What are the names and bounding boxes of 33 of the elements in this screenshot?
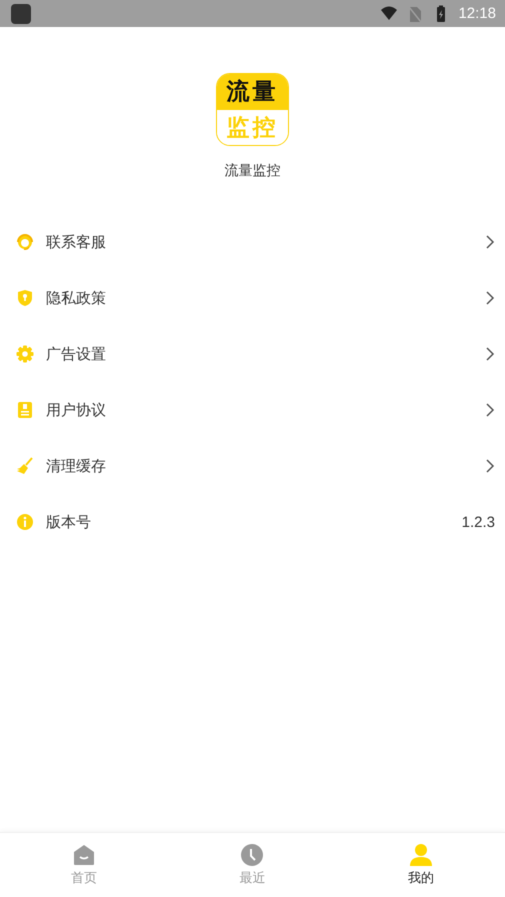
menu-label: 联系客服 — [46, 232, 107, 252]
menu-item[interactable]: 隐私政策 — [0, 270, 505, 326]
info-icon — [15, 512, 35, 532]
clock-icon — [240, 843, 264, 867]
shield-icon — [15, 288, 35, 308]
chevron-icon — [485, 234, 495, 250]
wifi-icon — [380, 4, 398, 22]
broom-icon — [15, 456, 35, 476]
menu-label: 广告设置 — [46, 344, 107, 364]
menu-label: 用户协议 — [46, 400, 107, 420]
menu-item[interactable]: 用户协议 — [0, 382, 505, 438]
app-name: 流量监控 — [224, 162, 280, 180]
document-icon — [15, 400, 35, 420]
nav-tab[interactable]: 我的 — [336, 833, 505, 897]
gear-icon — [15, 344, 35, 364]
menu-item[interactable]: 广告设置 — [0, 326, 505, 382]
chevron-icon — [485, 458, 495, 474]
chevron-icon — [485, 402, 495, 418]
app-logo: 流量 监控 — [216, 73, 289, 146]
person-icon — [408, 843, 433, 867]
clock-time: 12:18 — [458, 5, 496, 22]
menu-label: 隐私政策 — [46, 288, 107, 308]
chevron-icon — [485, 290, 495, 306]
notification-icon — [11, 4, 31, 24]
menu-item[interactable]: 清理缓存 — [0, 438, 505, 494]
chevron-icon — [485, 346, 495, 362]
menu-label: 版本号 — [46, 512, 92, 532]
headset-icon — [15, 232, 35, 252]
menu-label: 清理缓存 — [46, 456, 107, 476]
menu-item[interactable]: 联系客服 — [0, 214, 505, 270]
menu-item[interactable]: 版本号 1.2.3 — [0, 494, 505, 550]
version-number: 1.2.3 — [462, 514, 495, 530]
home-icon — [72, 843, 96, 867]
